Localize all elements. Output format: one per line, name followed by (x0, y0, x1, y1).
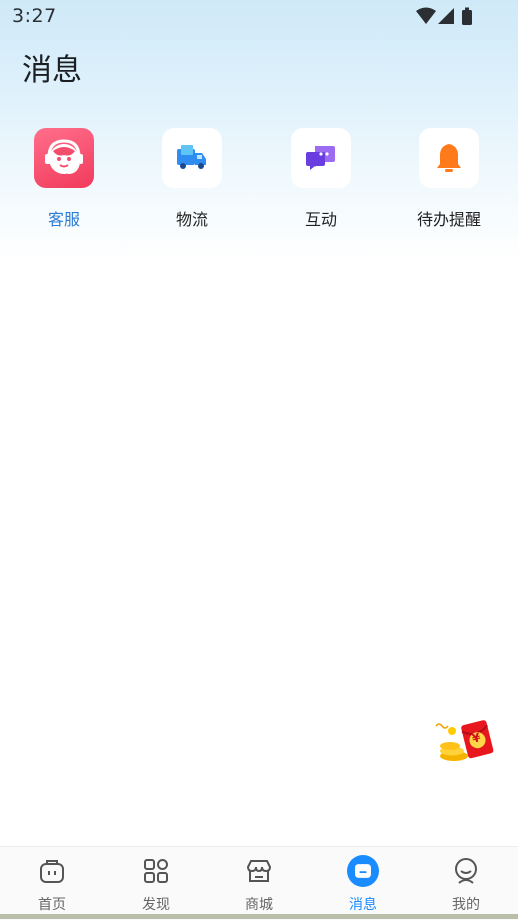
shortcut-label-reminders: 待办提醒 (416, 210, 482, 229)
status-bar: 3:27 (0, 0, 518, 32)
shortcut-interaction[interactable]: 互动 (291, 128, 351, 229)
bottom-tab-bar: 首页 发现 商城 消息 我的 (0, 846, 518, 920)
shortcut-reminders[interactable]: 待办提醒 (417, 128, 481, 229)
shortcut-tile (34, 128, 94, 188)
shortcut-tile (419, 128, 479, 188)
shortcut-tile (291, 128, 351, 188)
wifi-icon (416, 7, 436, 24)
shortcut-label-interaction: 互动 (304, 210, 338, 229)
store-icon (246, 860, 272, 882)
tab-label-home: 首页 (38, 897, 66, 913)
delivery-truck-icon (177, 145, 206, 169)
shortcut-label-logistics: 物流 (175, 210, 209, 229)
chat-bubble-icon (306, 146, 335, 170)
profile-icon (455, 858, 477, 884)
discover-grid-icon (144, 859, 168, 883)
tab-messages[interactable]: 消息 (311, 847, 415, 920)
gesture-bar-edge (0, 914, 518, 919)
customer-service-icon (45, 139, 83, 174)
tab-label-profile: 我的 (452, 897, 480, 913)
shortcut-customer-service[interactable]: 客服 (34, 128, 94, 229)
tab-profile[interactable]: 我的 (414, 847, 518, 920)
red-packet-icon (435, 720, 494, 761)
page-title: 消息 (22, 53, 82, 88)
shortcut-tile (162, 128, 222, 188)
tab-label-discover: 发现 (142, 897, 170, 913)
battery-icon (462, 7, 472, 25)
tab-store[interactable]: 商城 (207, 847, 311, 920)
status-time: 3:27 (12, 5, 57, 27)
status-icons (416, 7, 472, 25)
cellular-signal-icon (438, 8, 454, 24)
tab-label-messages: 消息 (349, 897, 377, 913)
shortcut-label-customer-service: 客服 (47, 210, 81, 229)
tab-home[interactable]: 首页 (0, 847, 104, 920)
message-icon (347, 855, 379, 887)
home-icon (40, 860, 64, 883)
tab-label-store: 商城 (245, 897, 273, 913)
bell-icon (437, 144, 461, 172)
floating-red-packet[interactable]: ¥ (434, 716, 502, 766)
shortcut-logistics[interactable]: 物流 (162, 128, 222, 229)
tab-discover[interactable]: 发现 (104, 847, 208, 920)
